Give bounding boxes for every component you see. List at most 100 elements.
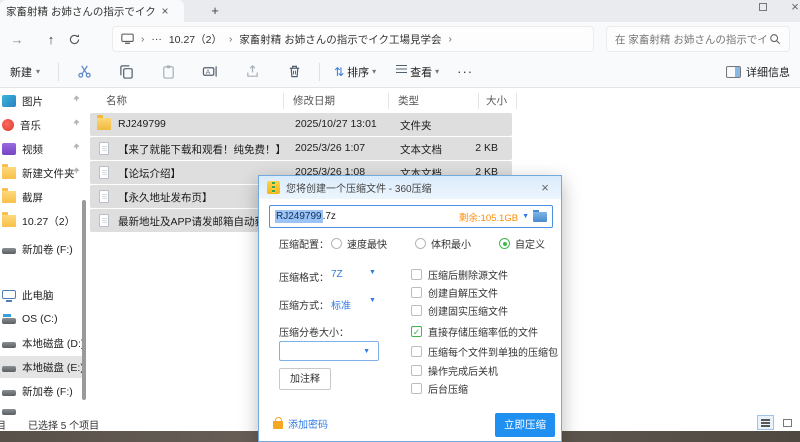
archive-filename-input[interactable]: RJ249799 .7z 剩余:105.1GB ▼ — [269, 205, 553, 228]
radio-icon — [499, 238, 510, 249]
path-dropdown-icon[interactable]: ▼ — [522, 213, 529, 220]
sidebar-scrollbar[interactable] — [82, 200, 86, 400]
format-dropdown-icon[interactable]: ▼ — [369, 269, 376, 276]
toolbar-divider — [58, 63, 59, 81]
search-icon[interactable] — [769, 33, 781, 45]
icon-view-icon — [783, 419, 792, 427]
maximize-button[interactable] — [748, 0, 778, 18]
folder-icon — [2, 191, 16, 203]
navigation-bar: → ↑ › ··· 10.27（2） › 家畜射精 お姉さんの指示でイク工場見学… — [0, 22, 800, 56]
config-label: 压缩配置： — [279, 236, 329, 251]
list-view-button[interactable] — [757, 415, 774, 430]
breadcrumb-parent[interactable]: 10.27（2） — [169, 32, 222, 47]
view-button[interactable]: 查看 ▾ — [396, 64, 439, 80]
cut-button[interactable] — [63, 64, 105, 79]
radio-fastest[interactable]: 速度最快 — [331, 236, 387, 251]
music-icon — [2, 119, 14, 131]
checkbox-shutdown-after[interactable]: ✓操作完成后关机 — [411, 363, 498, 378]
add-password-link[interactable]: 添加密码 — [273, 416, 328, 431]
details-pane-button[interactable]: 详细信息 — [726, 64, 790, 80]
radio-smallest[interactable]: 体积最小 — [415, 236, 471, 251]
tab-close-icon[interactable]: × — [158, 4, 172, 18]
sidebar-item-screenshots[interactable]: 截屏 — [0, 186, 86, 208]
breadcrumb-overflow[interactable]: ··· — [151, 33, 162, 45]
sidebar-item-disk-d[interactable]: 本地磁盘 (D:) — [0, 332, 86, 354]
up-icon[interactable]: ↑ — [34, 32, 68, 47]
sidebar-item-music[interactable]: 音乐 — [0, 114, 86, 136]
format-value[interactable]: 7Z — [331, 269, 343, 280]
sort-button[interactable]: ⇅ 排序 ▾ — [334, 64, 376, 80]
filename-selected-text: RJ249799 — [275, 210, 323, 223]
split-size-select[interactable]: ▼ — [279, 341, 379, 361]
breadcrumb-separator: › — [449, 34, 452, 45]
column-size[interactable]: 大小 — [486, 93, 507, 108]
table-row[interactable]: 【来了就能下载和观看！纯免费！】 2025/3/26 1:07 文本文档 2 K… — [90, 137, 512, 160]
sidebar-item-this-pc[interactable]: 此电脑 — [0, 284, 86, 306]
method-dropdown-icon[interactable]: ▼ — [369, 297, 376, 304]
selection-count: 已选择 5 个项目 — [28, 417, 99, 432]
checkbox-store-low-ratio[interactable]: ✓直接存储压缩率低的文件 — [411, 324, 538, 339]
item-count: 项目 — [0, 417, 6, 432]
checkbox-delete-source[interactable]: ✓压缩后删除源文件 — [411, 267, 508, 282]
toolbar-divider — [319, 63, 320, 81]
radio-custom[interactable]: 自定义 — [499, 236, 545, 251]
new-tab-button[interactable]: + — [206, 3, 224, 18]
this-pc-icon — [121, 33, 134, 45]
desktop-screen: 家畜射精 お姉さんの指示でイク工場見学会 × + × → ↑ › ··· 10.… — [0, 0, 800, 442]
address-bar[interactable]: › ··· 10.27（2） › 家畜射精 お姉さんの指示でイク工場見学会 › — [112, 26, 594, 52]
new-button[interactable]: 新建 ▾ — [10, 64, 40, 80]
sidebar-item-disk-e[interactable]: 本地磁盘 (E:) — [0, 356, 86, 378]
checkbox-self-extract[interactable]: ✓创建自解压文件 — [411, 285, 498, 300]
dialog-title-bar[interactable]: 您将创建一个压缩文件 - 360压缩 × — [259, 176, 561, 199]
tab-current-folder[interactable]: 家畜射精 お姉さんの指示でイク工場見学会 × — [0, 0, 184, 22]
search-input[interactable]: 在 家畜射精 お姉さんの指示でイ — [606, 26, 790, 52]
sidebar-item-volume-f[interactable]: 新加卷 (F:) — [0, 238, 86, 260]
forward-icon[interactable]: → — [0, 32, 34, 47]
icon-view-button[interactable] — [779, 415, 796, 430]
window-close-button[interactable]: × — [780, 0, 800, 18]
breadcrumb-separator: › — [229, 34, 232, 45]
more-options-button[interactable]: ··· — [457, 64, 473, 79]
checkbox-icon: ✓ — [411, 305, 422, 316]
sort-icon: ⇅ — [334, 65, 344, 79]
method-label: 压缩方式： — [279, 297, 329, 312]
drive-icon — [2, 248, 16, 254]
checkbox-icon: ✓ — [411, 346, 422, 357]
sidebar-item-os-c[interactable]: OS (C:) — [0, 308, 86, 330]
sidebar-item-videos[interactable]: 视频 — [0, 138, 86, 160]
compress-now-button[interactable]: 立即压缩 — [495, 413, 555, 437]
table-row[interactable]: RJ249799 2025/10/27 13:01 文件夹 — [90, 113, 512, 136]
list-view-icon — [761, 419, 770, 421]
details-panel-icon — [726, 66, 741, 78]
browse-folder-icon[interactable] — [533, 212, 547, 222]
rename-button[interactable]: A — [189, 64, 231, 79]
checkbox-solid-archive[interactable]: ✓创建固实压缩文件 — [411, 303, 508, 318]
breadcrumb-current[interactable]: 家畜射精 お姉さんの指示でイク工場見学会 — [239, 32, 441, 47]
text-file-icon — [99, 214, 109, 227]
split-size-label: 压缩分卷大小： — [279, 324, 349, 339]
sidebar-item-pictures[interactable]: 图片 — [0, 90, 86, 112]
sort-label: 排序 — [347, 64, 369, 80]
delete-button[interactable] — [273, 64, 315, 79]
sidebar-item-1027-folder[interactable]: 10.27（2） — [0, 210, 86, 232]
method-value[interactable]: 标准 — [331, 297, 351, 312]
paste-button[interactable] — [147, 64, 189, 79]
sidebar-item-partial[interactable] — [0, 404, 86, 415]
checkbox-separate-archives[interactable]: ✓压缩每个文件到单独的压缩包 — [411, 344, 558, 359]
column-date[interactable]: 修改日期 — [293, 93, 335, 108]
checkbox-icon: ✓ — [411, 269, 422, 280]
column-type[interactable]: 类型 — [398, 93, 419, 108]
share-button[interactable] — [231, 64, 273, 79]
checkbox-background-compress[interactable]: ✓后台压缩 — [411, 381, 468, 396]
sidebar-item-volume-f-2[interactable]: 新加卷 (F:) — [0, 380, 86, 402]
command-toolbar: 新建 ▾ A ⇅ 排序 ▾ 查看 ▾ — [0, 56, 800, 88]
dialog-close-icon[interactable]: × — [537, 180, 553, 195]
checkbox-icon: ✓ — [411, 326, 422, 337]
sidebar-item-new-folder[interactable]: 新建文件夹 — [0, 162, 86, 184]
refresh-icon[interactable] — [68, 33, 102, 46]
add-comment-button[interactable]: 加注释 — [279, 368, 331, 390]
column-name[interactable]: 名称 — [106, 93, 127, 108]
pin-icon — [72, 95, 80, 103]
checkbox-icon: ✓ — [411, 287, 422, 298]
copy-button[interactable] — [105, 64, 147, 79]
